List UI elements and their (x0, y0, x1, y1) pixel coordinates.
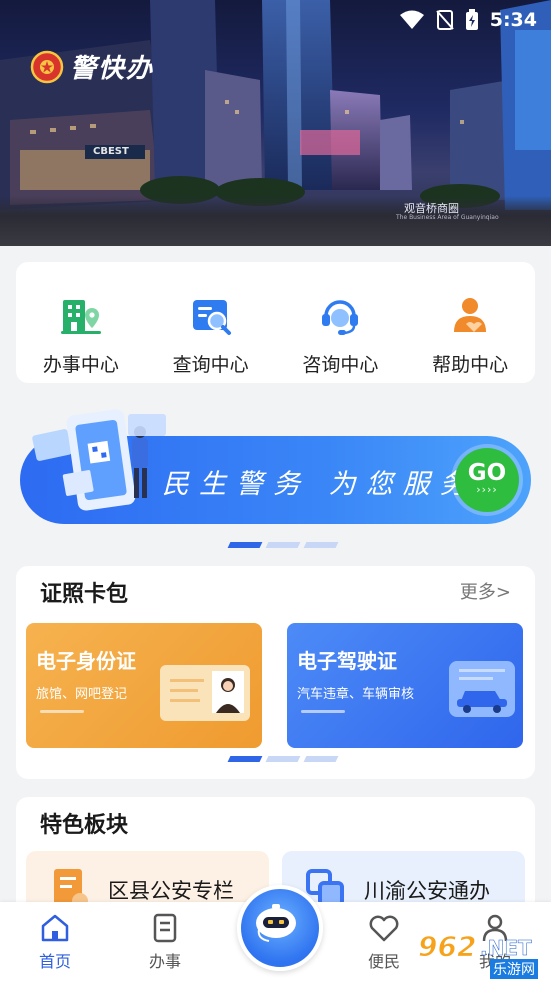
pagination-dot[interactable] (265, 756, 301, 762)
tab-affairs[interactable]: 办事 (130, 912, 200, 972)
nav-item-consult-center[interactable]: 咨询中心 (276, 262, 406, 383)
banner-slogan: 民生警务 为您服务 (162, 469, 477, 500)
heart-icon (369, 915, 399, 942)
more-link[interactable]: 更多> (460, 578, 511, 604)
wifi-icon (400, 10, 424, 29)
site-watermark: 962 .NET 乐游网 (414, 928, 551, 981)
hero-sign-text: CBEST (93, 146, 129, 157)
go-arrows-icon: ›››› (476, 483, 498, 496)
pagination-dot[interactable] (303, 756, 339, 762)
nav-item-office-center[interactable]: 办事中心 (16, 262, 146, 383)
section-title: 证照卡包 (40, 582, 129, 607)
pagination-dot[interactable] (227, 542, 263, 548)
police-badge-icon (30, 50, 64, 83)
nav-label: 查询中心 (172, 354, 249, 376)
card-title: 电子驾驶证 (297, 649, 397, 673)
watermark-net: .NET (480, 936, 532, 961)
nav-label: 帮助中心 (432, 354, 509, 376)
helping-person-icon (454, 298, 487, 332)
section-title: 特色板块 (40, 813, 129, 838)
robot-icon (256, 904, 296, 942)
robot-assistant-button[interactable] (237, 885, 323, 971)
headset-support-icon (322, 300, 359, 335)
feature-label: 区县公安专栏 (108, 879, 234, 903)
quick-nav-card: 办事中心 查询中心 咨询中心 帮助中心 (16, 262, 535, 383)
app-logo: 警快办 (30, 48, 154, 85)
electronic-id-card[interactable]: 电子身份证 旅馆、网吧登记 (26, 623, 262, 748)
card-subtitle: 旅馆、网吧登记 (36, 687, 128, 702)
electronic-driver-license-card[interactable]: 电子驾驶证 汽车违章、车辆审核 (287, 623, 523, 748)
hero-caption-sub: The Business Area of Guanyinqiao (396, 214, 499, 221)
search-document-icon (192, 300, 231, 335)
hero-ground-shade (0, 196, 551, 246)
nav-item-help-center[interactable]: 帮助中心 (405, 262, 535, 383)
feature-label: 川渝公安通办 (364, 879, 490, 903)
car-license-icon (449, 661, 515, 717)
pagination-dot[interactable] (227, 756, 263, 762)
app-name: 警快办 (70, 54, 155, 84)
watermark-brand: 962 (417, 930, 477, 964)
battery-charging-icon (466, 9, 478, 30)
pagination-dot[interactable] (265, 542, 301, 548)
status-time: 5:34 (489, 9, 537, 31)
tab-home[interactable]: 首页 (20, 912, 90, 972)
hero-banner-image: CBEST 5:34 警快办 观音桥商圈 The Business Area o… (0, 0, 551, 246)
pagination-dot[interactable] (303, 542, 339, 548)
tab-label: 首页 (38, 952, 71, 971)
status-icons (399, 9, 479, 31)
license-wallet-section: 证照卡包 更多> 电子身份证 旅馆、网吧登记 电子驾驶证 汽车违章、车辆审核 (16, 566, 535, 779)
card-title: 电子身份证 (36, 649, 136, 673)
tab-convenience[interactable]: 便民 (349, 912, 419, 972)
nav-label: 办事中心 (42, 354, 119, 376)
tab-label: 便民 (367, 952, 400, 971)
banner-pagination (227, 542, 339, 548)
phone-illustration-icon (32, 409, 166, 511)
office-building-icon (60, 300, 101, 334)
nav-item-query-center[interactable]: 查询中心 (146, 262, 276, 383)
status-bar: 5:34 (0, 0, 551, 42)
no-signal-icon (436, 10, 454, 30)
card-divider (40, 710, 84, 713)
watermark-site: 乐游网 (490, 959, 538, 979)
go-button[interactable]: GO ›››› (455, 448, 519, 512)
wallet-pagination (227, 756, 339, 762)
tab-label: 办事 (148, 952, 181, 971)
card-subtitle: 汽车违章、车辆审核 (297, 687, 415, 702)
id-card-icon (160, 665, 250, 721)
document-icon (153, 913, 177, 943)
nav-label: 咨询中心 (302, 354, 379, 376)
promo-banner[interactable]: 民生警务 为您服务 GO ›››› (20, 409, 531, 524)
home-icon (41, 914, 69, 942)
card-divider (301, 710, 345, 713)
